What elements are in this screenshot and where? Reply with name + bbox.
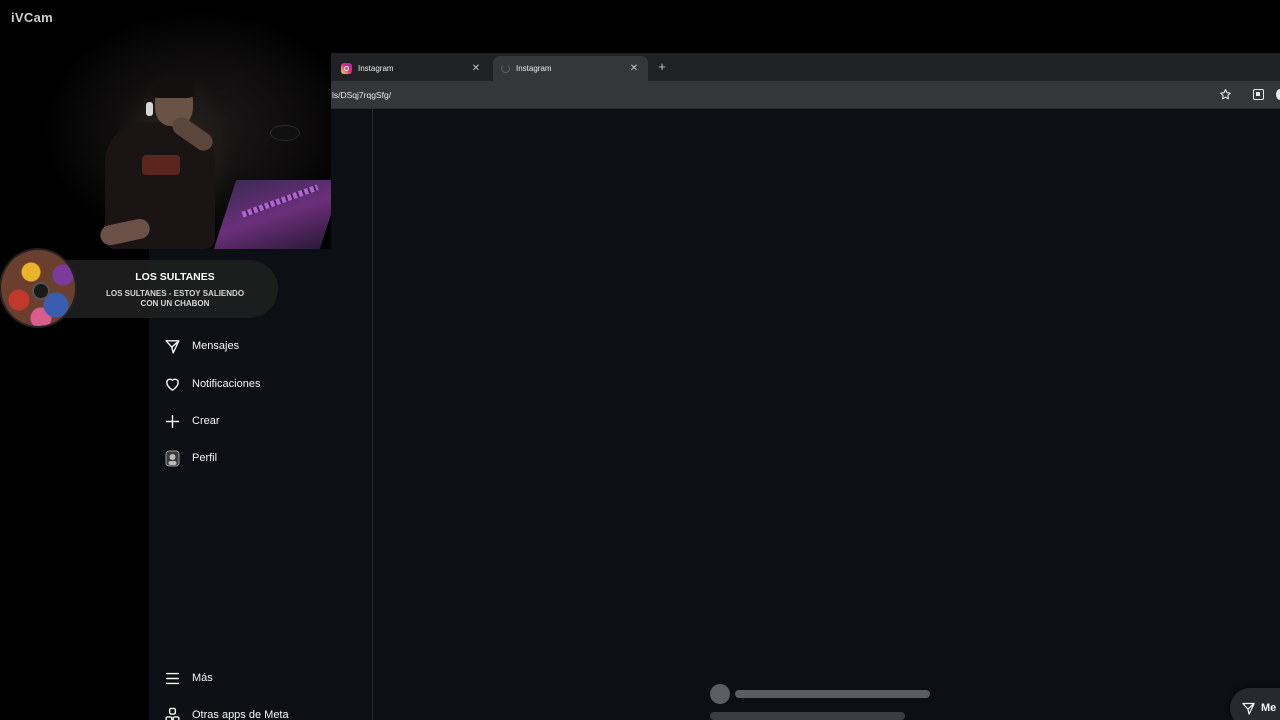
now-playing-track: LOS SULTANES - ESTOY SALIENDO CON UN CHA… <box>105 289 245 308</box>
webcam-feed: iVCam <box>0 0 331 249</box>
bookmark-star-icon[interactable] <box>1219 88 1232 101</box>
now-playing-card: LOS SULTANES LOS SULTANES - ESTOY SALIEN… <box>48 260 278 318</box>
sidebar-item-label: Más <box>192 672 213 684</box>
profile-icon[interactable] <box>1276 89 1280 100</box>
address-url: ls/DSqj7rqgSfg/ <box>332 90 392 100</box>
webcam-shirt-print <box>142 155 180 175</box>
loading-icon <box>501 64 510 73</box>
skeleton-avatar <box>710 684 730 704</box>
headphones-icon <box>146 102 153 116</box>
sidebar-item-mensajes[interactable]: Mensajes <box>164 332 239 360</box>
sidebar-item-otras-apps-de-meta[interactable]: Otras apps de Meta <box>164 701 289 720</box>
instagram-main-content <box>374 110 1280 720</box>
screen: Instagram ✕ Instagram ✕ + ls/DSqj7rqgSfg… <box>0 0 1280 720</box>
skeleton-line <box>710 712 905 720</box>
tab-instagram-1[interactable]: Instagram ✕ <box>333 56 490 81</box>
sidebar-item-mas[interactable]: Más <box>164 664 213 692</box>
messages-button[interactable]: Me <box>1230 688 1280 720</box>
close-icon[interactable]: ✕ <box>470 63 482 75</box>
sidebar-item-label: Mensajes <box>192 340 240 352</box>
tab-instagram-2[interactable]: Instagram ✕ <box>493 56 648 81</box>
sidebar-item-perfil[interactable]: Perfil <box>164 444 217 472</box>
tab-strip: Instagram ✕ Instagram ✕ + <box>331 53 1280 81</box>
close-icon[interactable]: ✕ <box>628 63 640 75</box>
ivcam-watermark: iVCam <box>11 10 53 25</box>
tab-title: Instagram <box>358 64 394 73</box>
new-tab-icon[interactable]: + <box>655 60 669 74</box>
avatar-icon <box>164 450 181 467</box>
now-playing-artist: LOS SULTANES <box>135 271 215 283</box>
hamburger-icon <box>164 670 181 687</box>
webcam-mic-stand <box>270 125 300 141</box>
skeleton-line <box>735 690 930 698</box>
album-art <box>0 248 77 328</box>
browser-toolbar: ls/DSqj7rqgSfg/ <box>331 81 1280 109</box>
heart-icon <box>164 376 181 393</box>
extension-icon[interactable] <box>1253 89 1264 100</box>
sidebar-item-notificaciones[interactable]: Notificaciones <box>164 370 260 398</box>
meta-apps-icon <box>164 707 181 720</box>
plus-icon <box>164 413 181 430</box>
sidebar-item-label: Notificaciones <box>192 378 261 390</box>
tab-title: Instagram <box>516 64 552 73</box>
sidebar-item-crear[interactable]: Crear <box>164 407 220 435</box>
address-bar[interactable]: ls/DSqj7rqgSfg/ <box>331 84 1243 106</box>
sidebar-item-label: Perfil <box>192 452 218 464</box>
paper-plane-icon <box>1242 702 1255 715</box>
sidebar-item-label: Crear <box>192 415 220 427</box>
sidebar-item-label: Otras apps de Meta <box>192 709 289 720</box>
instagram-icon <box>341 63 352 74</box>
messages-label: Me <box>1261 702 1277 714</box>
webcam-person-hair <box>151 76 195 98</box>
paper-plane-icon <box>164 338 181 355</box>
